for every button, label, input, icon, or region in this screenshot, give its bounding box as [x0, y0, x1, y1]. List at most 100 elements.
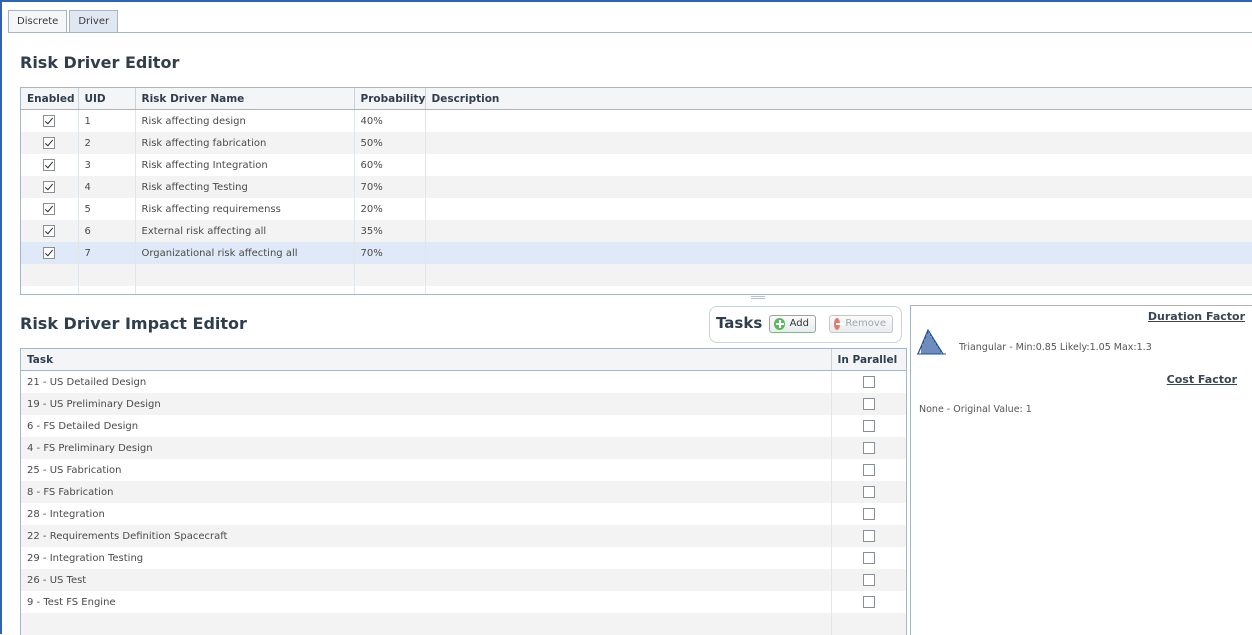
table-row[interactable]: 26 - US Test [21, 569, 906, 591]
table-row[interactable]: 6 External risk affecting all 35% [21, 220, 1252, 242]
enabled-cell [21, 109, 79, 132]
in-parallel-cell [831, 481, 906, 503]
column-header-probability[interactable]: Probability [354, 88, 426, 110]
in-parallel-checkbox[interactable] [862, 442, 875, 454]
description-cell[interactable] [425, 220, 1252, 242]
task-cell[interactable]: 21 - US Detailed Design [21, 370, 832, 393]
tab-discrete[interactable]: Discrete [8, 10, 68, 32]
task-cell[interactable]: 22 - Requirements Definition Spacecraft [21, 525, 832, 547]
probability-cell[interactable]: 40% [354, 109, 426, 132]
enabled-cell [21, 198, 79, 220]
in-parallel-checkbox[interactable] [862, 508, 875, 520]
tab-underline [8, 32, 1252, 33]
column-header-description[interactable]: Description [425, 88, 1252, 110]
driver-name-cell[interactable]: Risk affecting Testing [135, 176, 355, 198]
column-header-name[interactable]: Risk Driver Name [135, 88, 355, 110]
in-parallel-cell [831, 370, 906, 393]
table-row[interactable]: 8 - FS Fabrication [21, 481, 906, 503]
task-cell[interactable]: 8 - FS Fabrication [21, 481, 832, 503]
driver-name-cell[interactable]: External risk affecting all [135, 220, 355, 242]
probability-cell[interactable]: 70% [354, 176, 426, 198]
task-cell[interactable]: 29 - Integration Testing [21, 547, 832, 569]
table-row[interactable]: 9 - Test FS Engine [21, 591, 906, 613]
enabled-checkbox[interactable] [43, 247, 56, 259]
table-row[interactable]: 7 Organizational risk affecting all 70% [21, 242, 1252, 264]
duration-factor-link[interactable]: Duration Factor [1148, 310, 1245, 323]
in-parallel-checkbox[interactable] [862, 596, 875, 608]
table-row[interactable]: 1 Risk affecting design 40% [21, 109, 1252, 132]
task-cell[interactable]: 26 - US Test [21, 569, 832, 591]
remove-task-button[interactable]: Remove [829, 315, 893, 333]
in-parallel-checkbox[interactable] [862, 574, 875, 586]
table-row[interactable]: 28 - Integration [21, 503, 906, 525]
column-header-enabled[interactable]: Enabled [21, 88, 79, 110]
table-row[interactable]: 22 - Requirements Definition Spacecraft [21, 525, 906, 547]
description-cell[interactable] [425, 176, 1252, 198]
column-header-in-parallel[interactable]: In Parallel [831, 349, 906, 371]
table-row[interactable]: 4 Risk affecting Testing 70% [21, 176, 1252, 198]
table-row[interactable]: 3 Risk affecting Integration 60% [21, 154, 1252, 176]
driver-name-cell[interactable]: Risk affecting fabrication [135, 132, 355, 154]
table-row[interactable]: 29 - Integration Testing [21, 547, 906, 569]
in-parallel-cell [831, 459, 906, 481]
table-row[interactable]: 21 - US Detailed Design [21, 370, 906, 393]
in-parallel-cell [831, 547, 906, 569]
table-row[interactable]: 5 Risk affecting requiremenss 20% [21, 198, 1252, 220]
tab-driver[interactable]: Driver [69, 10, 119, 32]
in-parallel-cell [831, 503, 906, 525]
uid-cell: 1 [78, 109, 136, 132]
table-row[interactable]: 19 - US Preliminary Design [21, 393, 906, 415]
description-cell[interactable] [425, 109, 1252, 132]
task-cell[interactable]: 19 - US Preliminary Design [21, 393, 832, 415]
task-cell[interactable]: 6 - FS Detailed Design [21, 415, 832, 437]
in-parallel-checkbox[interactable] [862, 464, 875, 476]
task-cell[interactable]: 9 - Test FS Engine [21, 591, 832, 613]
description-cell[interactable] [425, 242, 1252, 264]
table-row[interactable]: 2 Risk affecting fabrication 50% [21, 132, 1252, 154]
description-cell[interactable] [425, 154, 1252, 176]
enabled-checkbox[interactable] [43, 225, 56, 237]
probability-cell[interactable]: 35% [354, 220, 426, 242]
in-parallel-checkbox[interactable] [862, 552, 875, 564]
driver-name-cell[interactable]: Organizational risk affecting all [135, 242, 355, 264]
task-cell[interactable]: 28 - Integration [21, 503, 832, 525]
in-parallel-checkbox[interactable] [862, 376, 875, 388]
description-cell[interactable] [425, 198, 1252, 220]
uid-cell: 5 [78, 198, 136, 220]
risk-driver-impact-editor-title: Risk Driver Impact Editor [20, 314, 247, 333]
in-parallel-checkbox[interactable] [862, 530, 875, 542]
probability-cell[interactable]: 60% [354, 154, 426, 176]
uid-cell: 2 [78, 132, 136, 154]
add-task-button[interactable]: Add [769, 315, 816, 333]
column-header-task[interactable]: Task [21, 349, 832, 371]
cost-factor-link[interactable]: Cost Factor [1167, 373, 1237, 386]
uid-cell: 4 [78, 176, 136, 198]
description-cell[interactable] [425, 132, 1252, 154]
probability-cell[interactable]: 50% [354, 132, 426, 154]
probability-cell[interactable]: 20% [354, 198, 426, 220]
in-parallel-checkbox[interactable] [862, 398, 875, 410]
enabled-checkbox[interactable] [43, 203, 56, 215]
driver-name-cell[interactable]: Risk affecting requiremenss [135, 198, 355, 220]
uid-cell: 6 [78, 220, 136, 242]
risk-driver-table: Enabled UID Risk Driver Name Probability… [20, 87, 1252, 295]
driver-name-cell[interactable]: Risk affecting Integration [135, 154, 355, 176]
in-parallel-checkbox[interactable] [862, 420, 875, 432]
enabled-checkbox[interactable] [43, 159, 56, 171]
enabled-checkbox[interactable] [43, 181, 56, 193]
panel-splitter-handle[interactable] [751, 296, 765, 301]
probability-cell[interactable]: 70% [354, 242, 426, 264]
driver-name-cell[interactable]: Risk affecting design [135, 109, 355, 132]
task-cell[interactable]: 4 - FS Preliminary Design [21, 437, 832, 459]
column-header-uid[interactable]: UID [78, 88, 136, 110]
table-row[interactable]: 4 - FS Preliminary Design [21, 437, 906, 459]
task-cell[interactable]: 25 - US Fabrication [21, 459, 832, 481]
table-row[interactable]: 25 - US Fabrication [21, 459, 906, 481]
in-parallel-checkbox[interactable] [862, 486, 875, 498]
enabled-checkbox[interactable] [43, 137, 56, 149]
table-row[interactable]: 6 - FS Detailed Design [21, 415, 906, 437]
triangular-distribution-icon [917, 328, 946, 355]
duration-factor-value: Triangular - Min:0.85 Likely:1.05 Max:1.… [959, 342, 1152, 353]
enabled-checkbox[interactable] [43, 115, 56, 127]
add-button-label: Add [789, 318, 809, 329]
